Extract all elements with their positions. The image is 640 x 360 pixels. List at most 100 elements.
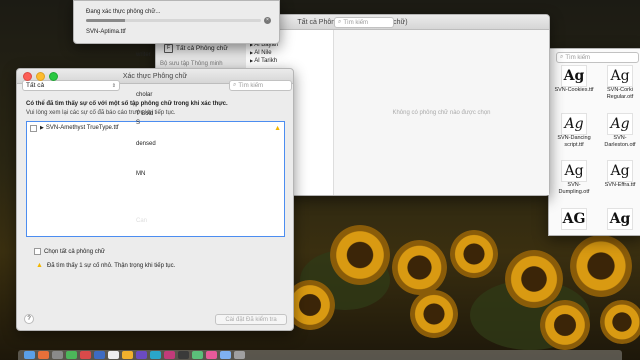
chevron-updown-icon: ⇕ [111, 82, 116, 89]
dock-app-icon[interactable] [122, 351, 133, 359]
dock-app-icon[interactable] [136, 351, 147, 359]
search-icon: ⌕ [338, 19, 342, 25]
sidebar-section-header: Bộ sưu tập Thông minh [160, 61, 223, 67]
dock-app-icon[interactable] [38, 351, 49, 359]
font-glyph-preview: Ag [561, 112, 587, 135]
select-all-label: Chọn tất cả phông chữ [44, 248, 106, 255]
font-list-item-fragment: MN [136, 171, 146, 177]
dock-app-icon[interactable] [192, 351, 203, 359]
dock-app-icon[interactable] [108, 351, 119, 359]
validation-headline: Có thể đã tìm thấy sự cố với một số tập … [26, 101, 228, 107]
validate-search-field[interactable]: ⌕ Tìm kiếm [229, 80, 292, 91]
font-list-item-fragment: Can [136, 218, 148, 224]
filter-popup[interactable]: Tất cả ⇕ [22, 80, 120, 91]
zoom-button[interactable] [49, 71, 58, 81]
font-book-search[interactable]: ⌕ Tìm kiếm [334, 17, 394, 28]
font-file-label: SVN-Effra.ttf [604, 182, 636, 188]
font-file-label: SVN-Corki [607, 87, 633, 93]
font-glyph-preview: AG [561, 207, 587, 230]
dock-app-icon[interactable] [66, 351, 77, 359]
font-grid-item[interactable]: AG [551, 207, 597, 230]
warning-text: Đã tìm thấy 1 sự cố nhỏ. Thận trọng khi … [46, 262, 176, 269]
warning-summary: ▲ Đã tìm thấy 1 sự cố nhỏ. Thận trọng kh… [36, 262, 175, 269]
font-collection-icon: F [164, 44, 173, 53]
font-glyph-preview: Ag [561, 65, 587, 87]
font-grid-item[interactable]: Ag [597, 207, 640, 230]
font-file-label: Darleston.otf [604, 141, 636, 148]
dock-app-icon[interactable] [52, 351, 63, 359]
help-button[interactable]: ? [24, 314, 34, 324]
font-glyph-preview: Ag [607, 112, 633, 135]
dock-app-icon[interactable] [150, 351, 161, 359]
font-book-search-placeholder: Tìm kiếm [343, 19, 369, 26]
font-family-name: Al Nile [254, 50, 272, 56]
checkbox[interactable] [34, 248, 41, 255]
font-file-label: Dumpling.otf [558, 189, 590, 195]
sidebar-item-label: Tất cả Phông chữ [176, 45, 228, 52]
dock-app-icon[interactable] [220, 351, 231, 359]
grid-search-placeholder: Tìm kiếm [565, 54, 591, 61]
font-list-item-fragment: densed [136, 141, 156, 147]
validate-search-placeholder: Tìm kiếm [238, 82, 264, 89]
font-list-item-fragment: writer [136, 52, 151, 58]
checkbox[interactable] [30, 124, 37, 132]
search-icon: ⌕ [233, 82, 237, 88]
font-preview-pane: Không có phông chữ nào được chọn [334, 30, 549, 195]
results-list: ▶ SVN-Amethyst TrueType.ttf ▲ [26, 121, 285, 237]
font-grid-item[interactable]: Ag SVN-Corki Regular.otf [597, 65, 640, 103]
font-grid-item[interactable]: Ag SVN-Dancing script.ttf [551, 112, 597, 151]
font-grid-item[interactable]: Ag SVN- Darleston.otf [597, 112, 640, 151]
font-grid-item[interactable]: Ag SVN-Cookies.ttf [551, 65, 597, 103]
font-grid-window: ⌕ Tìm kiếm Ag SVN-Cookies.ttf Ag SVN-Corki R… [548, 48, 640, 236]
empty-selection-message: Không có phông chữ nào được chọn [392, 109, 491, 116]
dock [18, 350, 622, 360]
dock-app-icon[interactable] [94, 351, 105, 359]
dock-app-icon[interactable] [234, 351, 245, 359]
progress-file-name: SVN-Aptima.ttf [86, 29, 126, 35]
list-item[interactable]: ▶ SVN-Amethyst TrueType.ttf ▲ [30, 124, 281, 132]
font-list-item-fragment: S [136, 120, 141, 126]
dock-app-icon[interactable] [164, 351, 175, 359]
font-list-item-fragment: cholar [136, 92, 153, 98]
warning-icon: ▲ [274, 124, 281, 132]
font-grid-item[interactable]: Ag SVN- Dumpling.otf [551, 160, 597, 198]
font-family-name: Al Tarikh [254, 58, 278, 64]
dock-app-icon[interactable] [206, 351, 217, 359]
font-glyph-preview: Ag [607, 160, 633, 182]
font-file-label: SVN- [613, 134, 627, 141]
font-grid: Ag SVN-Cookies.ttf Ag SVN-Corki Regular.otf A… [551, 65, 640, 235]
filter-popup-value: Tất cả [26, 82, 45, 89]
font-glyph-preview: Ag [607, 207, 633, 230]
progress-title: Đang xác thực phông chữ... [86, 9, 161, 15]
install-checked-label: Cài đặt Đã kiểm tra [225, 316, 277, 323]
dock-app-icon[interactable] [178, 351, 189, 359]
validate-fonts-window: Xác thực Phông chữ Tất cả ⇕ ⌕ Tìm kiếm C… [16, 68, 294, 331]
minimize-button[interactable] [36, 71, 45, 81]
cancel-progress-icon[interactable]: × [264, 17, 271, 24]
font-file-label: SVN- [567, 182, 581, 188]
progress-bar [86, 19, 261, 22]
font-file-label: SVN-Cookies.ttf [554, 87, 594, 93]
sidebar-item-all-fonts[interactable]: F Tất cả Phông chữ [164, 44, 246, 53]
disclosure-triangle-icon[interactable]: ▶ [40, 125, 44, 131]
validate-title: Xác thực Phông chữ [122, 72, 188, 80]
font-glyph-preview: Ag [561, 160, 587, 182]
search-icon: ⌕ [560, 54, 564, 60]
font-glyph-preview: Ag [607, 65, 633, 87]
font-file-label: Regular.otf [606, 94, 634, 100]
select-all-checkbox[interactable]: Chọn tất cả phông chữ [34, 248, 105, 255]
warning-icon: ▲ [36, 262, 43, 269]
grid-search-field[interactable]: ⌕ Tìm kiếm [556, 52, 639, 63]
font-list-item-fragment: T Bold [136, 111, 154, 117]
progress-dialog: Đang xác thực phông chữ... × SVN-Aptima.… [73, 0, 280, 44]
progress-bar-fill [86, 19, 125, 22]
close-button[interactable] [23, 71, 32, 81]
font-grid-item[interactable]: Ag SVN-Effra.ttf [597, 160, 640, 198]
install-checked-button[interactable]: Cài đặt Đã kiểm tra [215, 314, 287, 325]
font-list-item[interactable]: ▶ Al Nile [250, 50, 272, 56]
font-list-item[interactable]: ▶ Al Tarikh [250, 58, 277, 64]
font-file-label: SVN-Dancing [557, 134, 591, 141]
dock-app-icon[interactable] [80, 351, 91, 359]
dock-app-icon[interactable] [24, 351, 35, 359]
font-file-label: script.ttf [564, 141, 584, 148]
